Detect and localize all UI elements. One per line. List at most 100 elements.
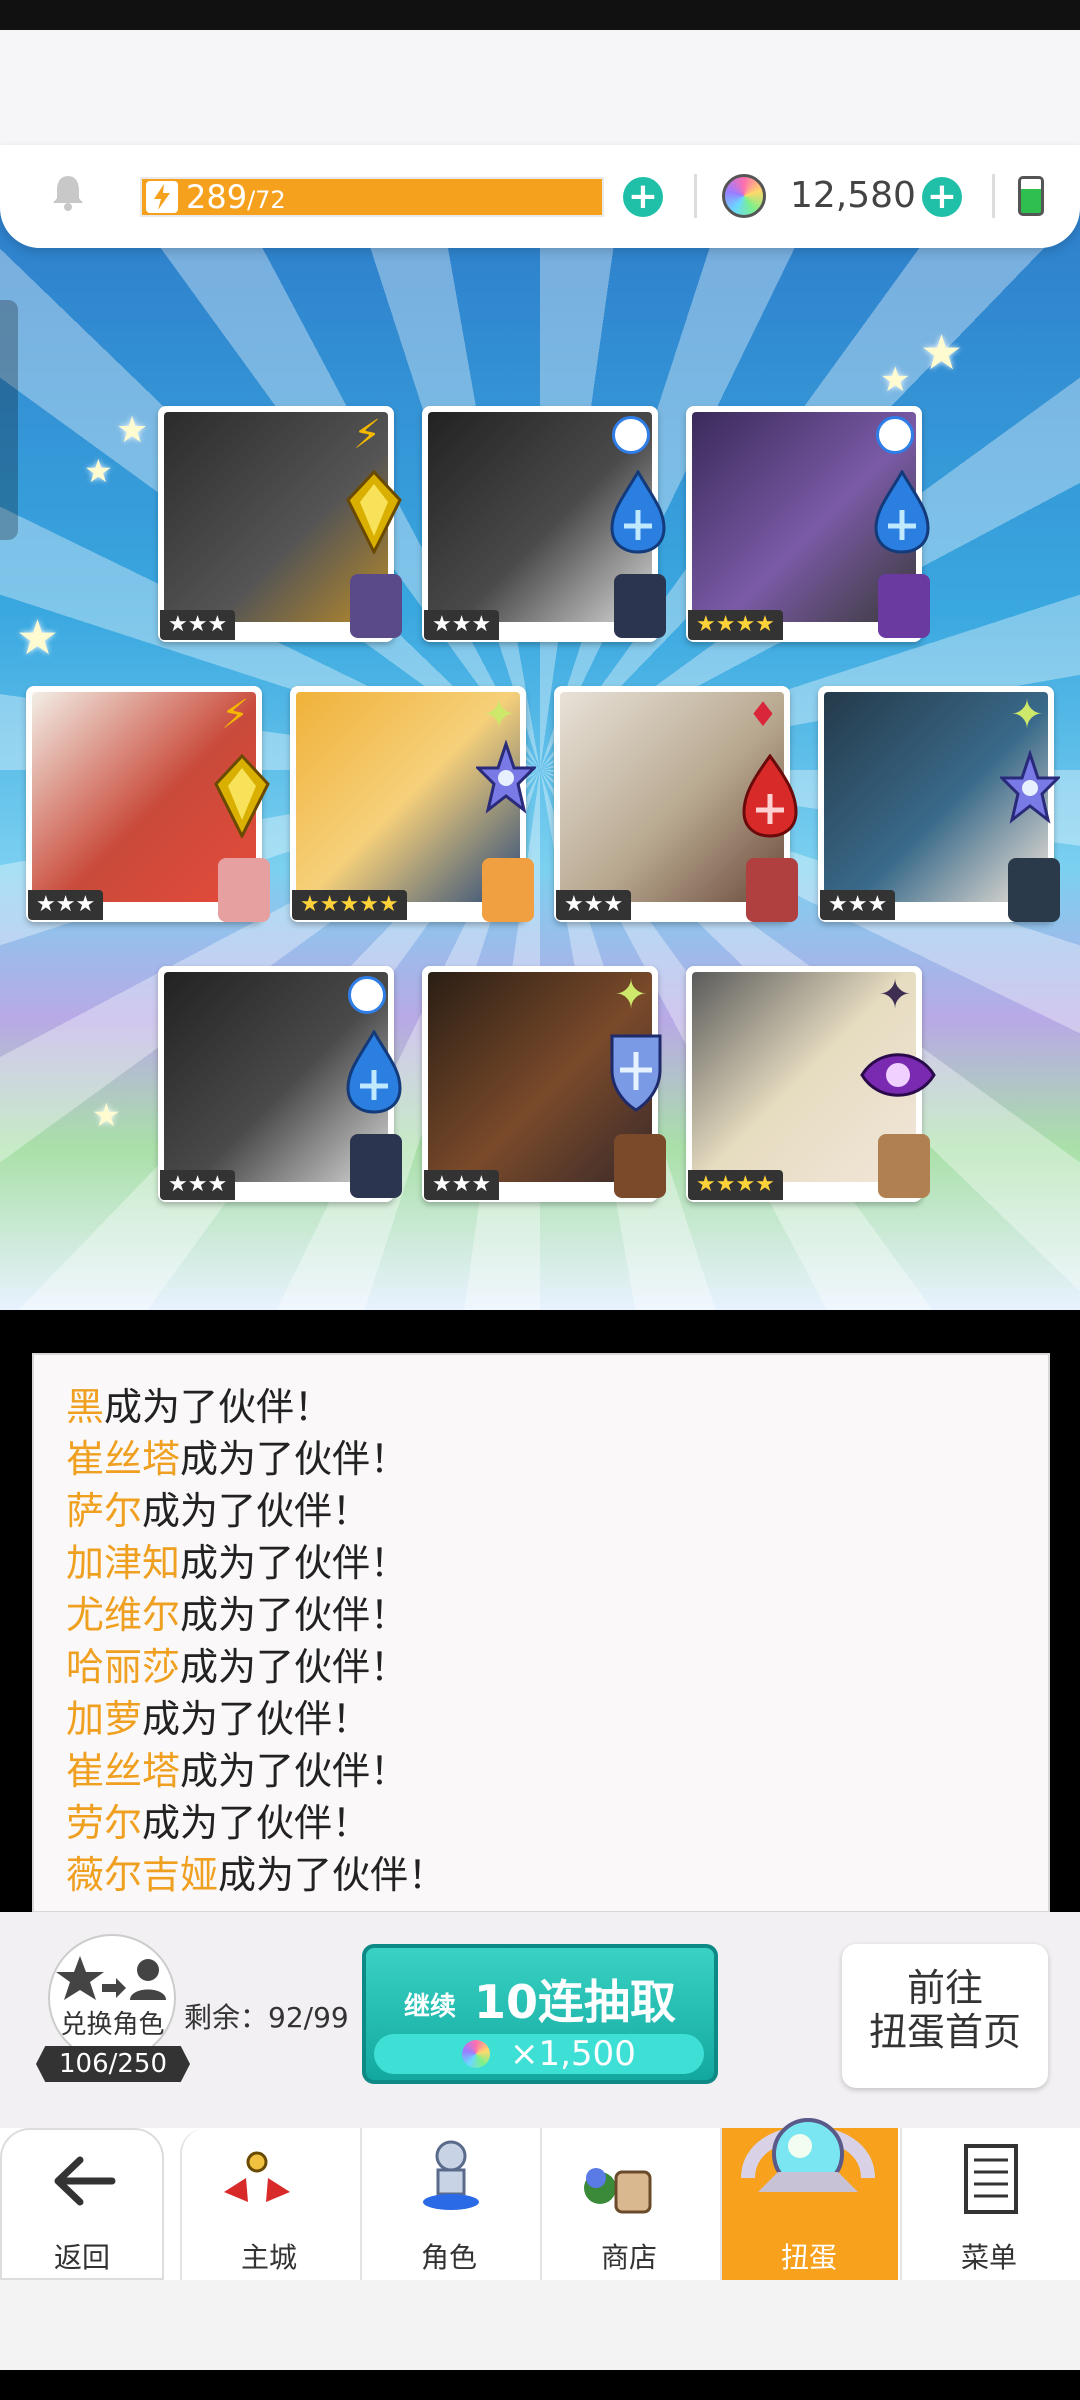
star-rating: ★★★★ [688,1170,783,1200]
chibi-sprite [350,1134,402,1198]
log-suffix: 成为了伙伴！ [180,1749,409,1793]
character-name: 加津知 [66,1541,181,1585]
top-blank-area [0,30,1080,150]
character-name: 薇尔吉娅 [66,1853,219,1897]
menu-list-icon [964,2144,1018,2214]
character-name: 尤维尔 [66,1593,181,1637]
star-rating: ★★★ [160,1170,236,1200]
log-suffix: 成为了伙伴！ [180,1645,409,1689]
divider [992,174,995,218]
purple-eye-crystal-icon [858,1040,938,1124]
light-icon: ✦ [614,972,648,1018]
log-line: 薇尔吉娅成为了伙伴！ [66,1849,446,1901]
sparkle-star-icon: ★ [16,610,60,666]
blue-crystal-icon [872,469,932,554]
chibi-sprite [1008,858,1060,922]
add-energy-button[interactable]: + [623,177,663,217]
sparkle-star-icon: ★ [116,410,149,451]
divider [694,174,697,218]
add-gems-button[interactable]: + [922,177,962,217]
nav-label-main-city: 主城 [240,2241,297,2274]
log-suffix: 成为了伙伴！ [104,1385,333,1429]
log-line: 加津知成为了伙伴！ [66,1537,408,1589]
chibi-sprite [614,574,666,638]
yellow-crystal-icon [344,469,404,556]
water-icon [348,976,386,1014]
result-log: 黑成为了伙伴！ 崔丝塔成为了伙伴！ 萨尔成为了伙伴！ 加津知成为了伙伴！ 尤维尔… [32,1353,1050,1913]
yellow-crystal-icon [212,753,272,840]
star-rating: ★★★ [160,610,236,640]
fire-icon: ♦ [747,695,779,735]
lightning-icon: ⚡ [352,412,382,458]
system-status-bar [0,0,1080,30]
character-name: 崔丝塔 [66,1749,181,1793]
chibi-sprite [350,574,402,638]
chibi-sprite [746,858,798,922]
remaining-count: 剩余：92/99 [184,2001,349,2034]
back-label: 返回 [53,2241,110,2274]
rainbow-gem-icon [462,2040,490,2068]
nav-label-gacha: 扭蛋 [780,2241,837,2274]
log-suffix: 成为了伙伴！ [142,1489,371,1533]
chibi-sprite [878,1134,930,1198]
character-name: 萨尔 [66,1489,143,1533]
nav-label-characters: 角色 [420,2241,477,2274]
log-suffix: 成为了伙伴！ [218,1853,447,1897]
log-line: 加萝成为了伙伴！ [66,1693,370,1745]
shield-crystal-icon [606,1030,666,1114]
gem-count: 12,580 [790,175,916,216]
continue-label: 继续 [404,1992,457,2022]
star-rating: ★★★★ [688,610,783,640]
light-icon: ✦ [1010,692,1044,738]
chibi-sprite [614,1134,666,1198]
side-drawer-handle[interactable] [0,300,18,540]
sparkle-star-icon: ★ [920,325,964,381]
exchange-character-button[interactable] [48,1934,176,2062]
log-suffix: 成为了伙伴！ [180,1541,409,1585]
nav-label-menu: 菜单 [960,2241,1017,2274]
bell-icon[interactable] [48,172,88,212]
character-name: 加萝 [66,1697,143,1741]
system-navigation-bar [0,2370,1080,2400]
exchange-label: 兑换角色 [60,2010,165,2040]
star-rating: ★★★ [424,610,500,640]
energy-max: /72 [247,186,286,214]
nav-label-shop: 商店 [600,2241,657,2274]
chibi-sprite [878,574,930,638]
character-name: 黑 [66,1385,105,1429]
star-crystal-icon [474,739,538,824]
star-rating: ★★★ [820,890,896,920]
pull-cost: ×1,500 [510,2034,636,2074]
castle-icon [224,2151,290,2202]
chibi-sprite [482,858,534,922]
lightning-icon: ⚡ [220,692,250,738]
blue-crystal-icon [344,1029,404,1114]
sparkle-star-icon: ★ [880,360,911,400]
goto-line2: 扭蛋首页 [868,2010,1021,2054]
log-line: 崔丝塔成为了伙伴！ [66,1433,408,1485]
energy-current: 289 [186,178,248,216]
red-crystal-icon [740,753,800,838]
energy-value: 289/72 [186,178,286,219]
log-line: 黑成为了伙伴！ [66,1381,332,1433]
sparkle-star-icon: ★ [92,1096,121,1134]
star-crystal-icon [998,749,1062,834]
character-name: 崔丝塔 [66,1437,181,1481]
exchange-count: 106/250 [36,2046,190,2082]
goto-gacha-home-label: 前往 扭蛋首页 [842,1966,1048,2054]
battery-icon [1018,176,1044,216]
character-statue-icon [423,2140,479,2210]
character-name: 哈丽莎 [66,1645,181,1689]
log-suffix: 成为了伙伴！ [180,1593,409,1637]
light-icon: ✦ [482,692,516,738]
water-icon [612,416,650,454]
dark-icon: ✦ [878,972,912,1018]
water-icon [876,416,914,454]
footer-blank [0,2280,1080,2370]
log-line: 尤维尔成为了伙伴！ [66,1589,408,1641]
log-suffix: 成为了伙伴！ [180,1437,409,1481]
blue-crystal-icon [608,469,668,554]
lightning-icon [146,181,178,213]
star-rating: ★★★ [556,890,632,920]
log-line: 崔丝塔成为了伙伴！ [66,1745,408,1797]
